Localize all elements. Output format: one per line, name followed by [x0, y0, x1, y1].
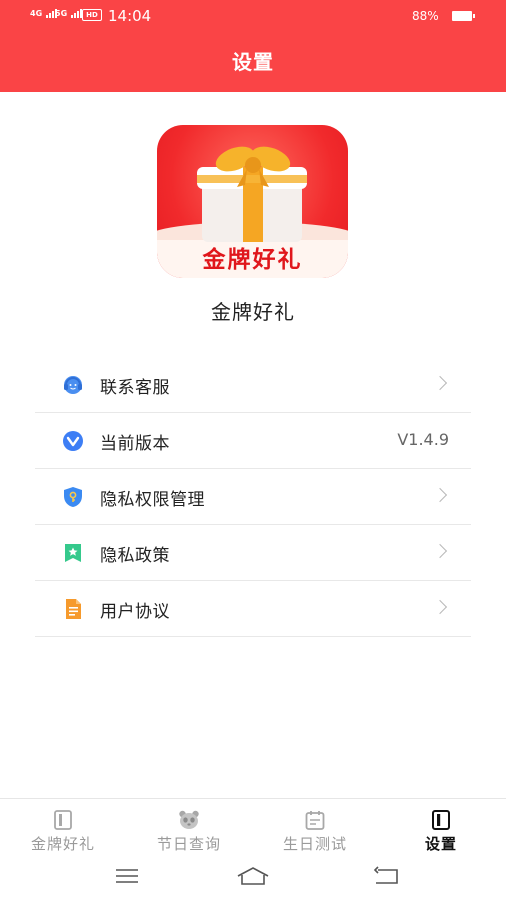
status-bar: 4G 5G HD 14:04 88% — [0, 0, 506, 32]
shield-key-icon — [64, 487, 82, 507]
menu-item-current-version[interactable]: 当前版本 V1.4.9 — [35, 413, 471, 469]
calendar-icon — [305, 811, 325, 830]
document-icon — [66, 599, 81, 619]
menu-item-privacy-permissions[interactable]: 隐私权限管理 — [35, 469, 471, 525]
headset-icon — [64, 376, 82, 394]
signal-4g: 4G — [30, 9, 58, 18]
version-icon — [63, 431, 83, 451]
chevron-right-icon — [432, 487, 448, 503]
book-icon — [54, 810, 72, 830]
tab-settings[interactable]: 设置 — [378, 799, 504, 859]
panda-icon — [179, 810, 199, 829]
app-logo: 金牌好礼 — [157, 125, 348, 278]
bottom-tab-bar: 金牌好礼 节日查询 生日测试 设置 — [0, 798, 506, 858]
menu-item-label: 当前版本 — [100, 434, 170, 454]
tab-holiday-lookup[interactable]: 节日查询 — [126, 799, 252, 859]
menu-item-user-agreement[interactable]: 用户协议 — [35, 581, 471, 637]
settings-menu: 联系客服 当前版本 V1.4.9 隐私权限管理 隐私政策 用户协议 — [35, 357, 471, 637]
menu-item-label: 隐私权限管理 — [100, 490, 205, 510]
chevron-right-icon — [432, 599, 448, 615]
status-time: 14:04 — [108, 7, 152, 25]
system-nav-bar — [0, 858, 506, 900]
tab-birthday-test[interactable]: 生日测试 — [252, 799, 378, 859]
app-name: 金牌好礼 — [211, 300, 295, 324]
tab-label: 金牌好礼 — [30, 835, 95, 853]
battery-icon — [452, 11, 475, 21]
book-icon — [432, 810, 450, 830]
signal-4g-label: 4G — [30, 9, 43, 18]
bookmark-star-icon — [65, 544, 81, 562]
menu-item-contact-service[interactable]: 联系客服 — [35, 357, 471, 413]
chevron-right-icon — [432, 543, 448, 559]
back-icon[interactable] — [372, 866, 400, 886]
hd-badge: HD — [82, 9, 102, 21]
version-value: V1.4.9 — [397, 430, 449, 449]
top-bar: 4G 5G HD 14:04 88% 设置 — [0, 0, 506, 92]
tab-label: 生日测试 — [282, 835, 347, 853]
page-title: 设置 — [232, 50, 274, 74]
tab-label: 节日查询 — [156, 835, 221, 853]
battery-percent: 88% — [412, 9, 439, 23]
menu-item-label: 隐私政策 — [100, 546, 170, 566]
signal-5g: 5G — [55, 9, 83, 18]
menu-item-privacy-policy[interactable]: 隐私政策 — [35, 525, 471, 581]
signal-5g-label: 5G — [55, 9, 68, 18]
menu-icon[interactable] — [115, 866, 139, 886]
logo-text: 金牌好礼 — [202, 247, 303, 273]
tab-label: 设置 — [424, 835, 457, 853]
tab-gold-gifts[interactable]: 金牌好礼 — [0, 799, 126, 859]
menu-item-label: 联系客服 — [100, 378, 170, 398]
menu-item-label: 用户协议 — [100, 602, 170, 622]
home-icon[interactable] — [236, 866, 270, 886]
chevron-right-icon — [432, 375, 448, 391]
